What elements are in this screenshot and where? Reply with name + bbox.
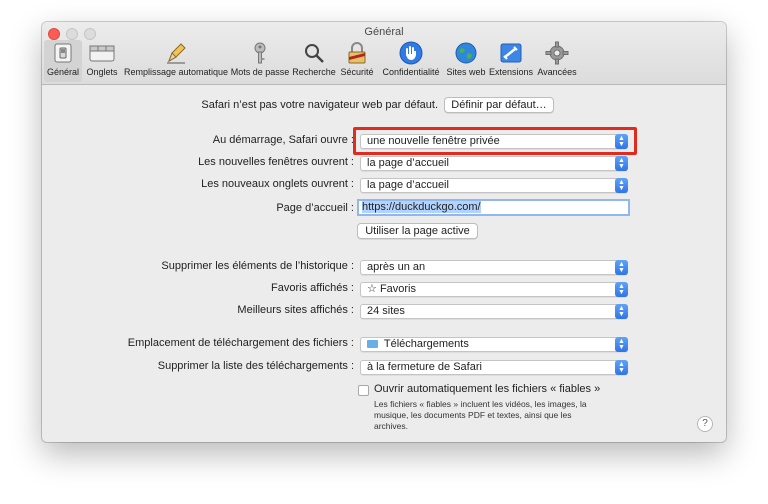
tab-extensions[interactable]: Extensions [488,40,534,82]
startup-value: une nouvelle fenêtre privée [367,135,500,147]
tab-security[interactable]: Sécurité [338,40,376,82]
folder-icon [367,340,378,348]
tab-advanced-label: Avancées [537,67,577,77]
safe-files-note-1: Les fichiers « fiables » incluent les vi… [374,399,587,409]
new-tabs-label: Les nouveaux onglets ouvrent : [201,178,354,190]
top-sites-value: 24 sites [367,305,405,317]
homepage-value: https://duckduckgo.com/ [362,201,481,213]
hand-icon [396,40,426,66]
tab-advanced[interactable]: Avancées [534,40,580,82]
chevron-updown-icon: ▲ ▼ [615,337,628,352]
switch-icon [48,40,78,66]
chevron-updown-icon: ▲ ▼ [615,134,628,149]
set-default-button[interactable]: Définir par défaut… [444,97,554,113]
tab-passwords[interactable]: Mots de passe [230,40,290,82]
tab-privacy[interactable]: Confidentialité [376,40,446,82]
globe-icon [451,40,481,66]
preferences-window: Général Général Onglets Remplissage auto… [42,22,726,442]
open-safe-files-checkbox[interactable] [358,385,369,396]
chevron-updown-icon: ▲ ▼ [615,156,628,171]
new-tabs-value: la page d’accueil [367,179,449,191]
chevron-updown-icon: ▲ ▼ [615,360,628,375]
chevron-updown-icon: ▲ ▼ [615,178,628,193]
chevron-updown-icon: ▲ ▼ [615,304,628,319]
remove-downloads-value: à la fermeture de Safari [367,361,482,373]
history-value: après un an [367,261,426,273]
tab-search[interactable]: Recherche [290,40,338,82]
safe-files-note-2: musique, les documents PDF et textes, ai… [374,410,572,420]
homepage-field[interactable]: https://duckduckgo.com/ [357,199,630,216]
startup-label: Au démarrage, Safari ouvre : [212,134,354,146]
tab-tabs[interactable]: Onglets [84,40,120,82]
tab-autofill[interactable]: Remplissage automatique [122,40,230,82]
tab-autofill-label: Remplissage automatique [123,67,229,77]
tab-passwords-label: Mots de passe [230,67,290,77]
magnifier-icon [299,40,329,66]
download-location-popup[interactable]: Téléchargements ▲ ▼ [360,337,628,352]
history-popup[interactable]: après un an ▲ ▼ [360,260,628,275]
top-sites-label: Meilleurs sites affichés : [237,304,354,316]
tab-websites-label: Sites web [446,67,486,77]
padlock-icon [342,40,372,66]
remove-downloads-popup[interactable]: à la fermeture de Safari ▲ ▼ [360,360,628,375]
tab-general[interactable]: Général [44,40,82,82]
chevron-updown-icon: ▲ ▼ [615,282,628,297]
key-icon [245,40,275,66]
download-location-value: Téléchargements [383,338,469,350]
gear-icon [542,40,572,66]
history-label: Supprimer les éléments de l’historique : [161,260,354,272]
tab-extensions-label: Extensions [488,67,534,77]
download-location-label: Emplacement de téléchargement des fichie… [127,337,354,349]
default-browser-text: Safari n’est pas votre navigateur web pa… [201,99,438,111]
tab-tabs-label: Onglets [86,67,118,77]
new-tabs-popup[interactable]: la page d’accueil ▲ ▼ [360,178,628,193]
chevron-updown-icon: ▲ ▼ [615,260,628,275]
general-pane: Safari n’est pas votre navigateur web pa… [42,85,726,442]
remove-downloads-label: Supprimer la liste des téléchargements : [157,360,354,372]
window-title: Général [364,26,404,38]
star-icon: ☆ [367,283,377,295]
pencil-icon [161,40,191,66]
top-sites-popup[interactable]: 24 sites ▲ ▼ [360,304,628,319]
tab-general-label: Général [46,67,80,77]
new-windows-value: la page d’accueil [367,157,449,169]
tab-privacy-label: Confidentialité [382,67,440,77]
favorites-popup[interactable]: ☆ Favoris ▲ ▼ [360,282,628,297]
homepage-label: Page d’accueil : [276,202,354,214]
tabs-icon [87,40,117,66]
favorites-value: Favoris [379,283,416,295]
title-bar: Général Général Onglets Remplissage auto… [42,22,726,85]
use-current-page-button[interactable]: Utiliser la page active [357,223,478,239]
puzzle-icon [496,40,526,66]
tab-search-label: Recherche [292,67,336,77]
tab-websites[interactable]: Sites web [446,40,486,82]
new-windows-label: Les nouvelles fenêtres ouvrent : [198,156,354,168]
help-button[interactable]: ? [697,416,713,432]
tab-security-label: Sécurité [340,67,374,77]
new-windows-popup[interactable]: la page d’accueil ▲ ▼ [360,156,628,171]
open-safe-files-label: Ouvrir automatiquement les fichiers « fi… [374,383,601,395]
safe-files-note-3: archives. [374,421,409,431]
startup-popup[interactable]: une nouvelle fenêtre privée ▲ ▼ [360,134,628,149]
favorites-label: Favoris affichés : [271,282,354,294]
